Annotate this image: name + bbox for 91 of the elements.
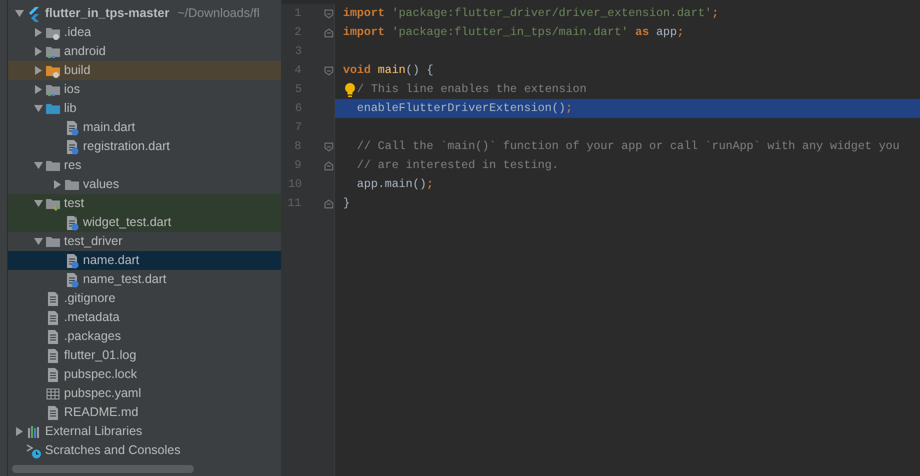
item-label: .packages: [64, 328, 121, 346]
expand-arrow-icon[interactable]: [34, 47, 42, 56]
tree-item[interactable]: .gitignore: [8, 289, 281, 308]
tree-item[interactable]: build: [8, 61, 281, 80]
fold-marker-icon[interactable]: [324, 28, 334, 38]
tree-item[interactable]: lib: [8, 99, 281, 118]
scratches-icon: [26, 442, 42, 458]
item-label: .idea: [64, 24, 92, 42]
project-path: ~/Downloads/fl: [177, 5, 260, 22]
tree-item[interactable]: registration.dart: [8, 137, 281, 156]
collapse-arrow-icon[interactable]: [34, 237, 42, 246]
fold-marker-icon[interactable]: [324, 198, 334, 208]
code-line: app.main();: [356, 176, 434, 193]
item-label: res: [64, 157, 82, 174]
collapse-arrow-icon[interactable]: [34, 199, 42, 208]
code-line: }: [343, 196, 350, 212]
tree-item[interactable]: widget_test.dart: [8, 213, 281, 232]
text-file-icon: [45, 366, 61, 382]
text-file-icon: [45, 310, 61, 326]
item-label: test: [64, 195, 84, 212]
text-file-icon: [45, 328, 61, 344]
dart-file-icon: [64, 138, 80, 154]
item-label: flutter_01.log: [64, 347, 136, 364]
dart-file-icon: [64, 214, 80, 230]
item-label: values: [83, 176, 120, 194]
code-line: / This line enables the extension: [357, 82, 587, 98]
tree-item[interactable]: main.dart: [8, 118, 281, 137]
tree-item[interactable]: .idea: [8, 23, 281, 42]
item-label: name.dart: [83, 252, 140, 270]
item-label: README.md: [64, 404, 138, 422]
collapse-arrow-icon[interactable]: [14, 9, 24, 18]
expand-arrow-icon[interactable]: [14, 427, 24, 436]
code-line: void main() {: [343, 62, 434, 79]
item-label: External Libraries: [45, 423, 142, 440]
expand-arrow-icon[interactable]: [34, 66, 42, 75]
item-label: widget_test.dart: [83, 214, 172, 232]
tree-item[interactable]: res: [8, 156, 281, 175]
tree-item[interactable]: flutter_in_tps-master ~/Downloads/fl: [8, 4, 281, 23]
expand-arrow-icon[interactable]: [52, 180, 62, 189]
tree-item[interactable]: android: [8, 42, 281, 61]
tree-item[interactable]: pubspec.yaml: [8, 384, 281, 403]
collapse-arrow-icon[interactable]: [34, 104, 42, 113]
table-icon: [45, 386, 61, 402]
item-label: .metadata: [64, 309, 120, 326]
item-label: Scratches and Consoles: [45, 442, 180, 460]
item-label: main.dart: [83, 119, 136, 136]
tree-item[interactable]: name_test.dart: [8, 270, 281, 289]
lightbulb-icon[interactable]: [343, 82, 357, 98]
tree-item[interactable]: README.md: [8, 403, 281, 422]
item-label: name_test.dart: [83, 271, 166, 288]
tree-item[interactable]: .packages: [8, 327, 281, 346]
tree-item[interactable]: ios: [8, 80, 281, 99]
expand-arrow-icon[interactable]: [34, 28, 42, 37]
item-label: pubspec.lock: [64, 366, 137, 384]
item-label: lib: [64, 100, 77, 118]
item-label: registration.dart: [83, 138, 170, 156]
item-label: build: [64, 62, 90, 80]
fold-marker-icon[interactable]: [324, 66, 334, 76]
item-label: android: [64, 43, 106, 60]
fold-marker-icon[interactable]: [324, 8, 334, 18]
text-file-icon: [45, 348, 61, 364]
code-line: enableFlutterDriverExtension();: [356, 100, 573, 117]
tree-item[interactable]: pubspec.lock: [8, 365, 281, 384]
fold-marker-icon[interactable]: [324, 142, 334, 152]
expand-arrow-icon[interactable]: [34, 85, 42, 94]
library-icon: [26, 424, 42, 440]
dart-file-icon: [64, 272, 80, 288]
tree-item[interactable]: name.dart: [8, 251, 281, 270]
dart-file-icon: [64, 120, 80, 136]
code-line: import 'package:flutter_driver/driver_extension.dart';: [343, 6, 719, 22]
text-file-icon: [45, 404, 61, 420]
tree-item[interactable]: .metadata: [8, 308, 281, 327]
collapse-arrow-icon[interactable]: [34, 161, 42, 170]
tree-item[interactable]: test: [8, 194, 281, 213]
text-file-icon: [45, 290, 61, 306]
tree-item[interactable]: Scratches and Consoles: [8, 441, 281, 460]
code-line: // are interested in testing.: [356, 158, 559, 174]
tree-item[interactable]: values: [8, 175, 281, 194]
tree-item[interactable]: flutter_01.log: [8, 346, 281, 365]
tree-item[interactable]: test_driver: [8, 232, 281, 251]
item-label: flutter_in_tps-master: [45, 5, 170, 22]
tree-item[interactable]: External Libraries: [8, 422, 281, 441]
item-label: .gitignore: [64, 290, 116, 308]
item-label: test_driver: [64, 233, 122, 250]
fold-marker-icon[interactable]: [324, 160, 334, 170]
scrollbar[interactable]: [12, 465, 194, 473]
item-label: pubspec.yaml: [64, 385, 142, 402]
code-line: import 'package:flutter_in_tps/main.dart' as app;: [343, 24, 684, 41]
dart-file-icon: [64, 252, 80, 268]
item-label: ios: [64, 81, 80, 98]
code-line: // Call the `main()` function of your app or call `runApp` with any widget you: [356, 138, 900, 155]
